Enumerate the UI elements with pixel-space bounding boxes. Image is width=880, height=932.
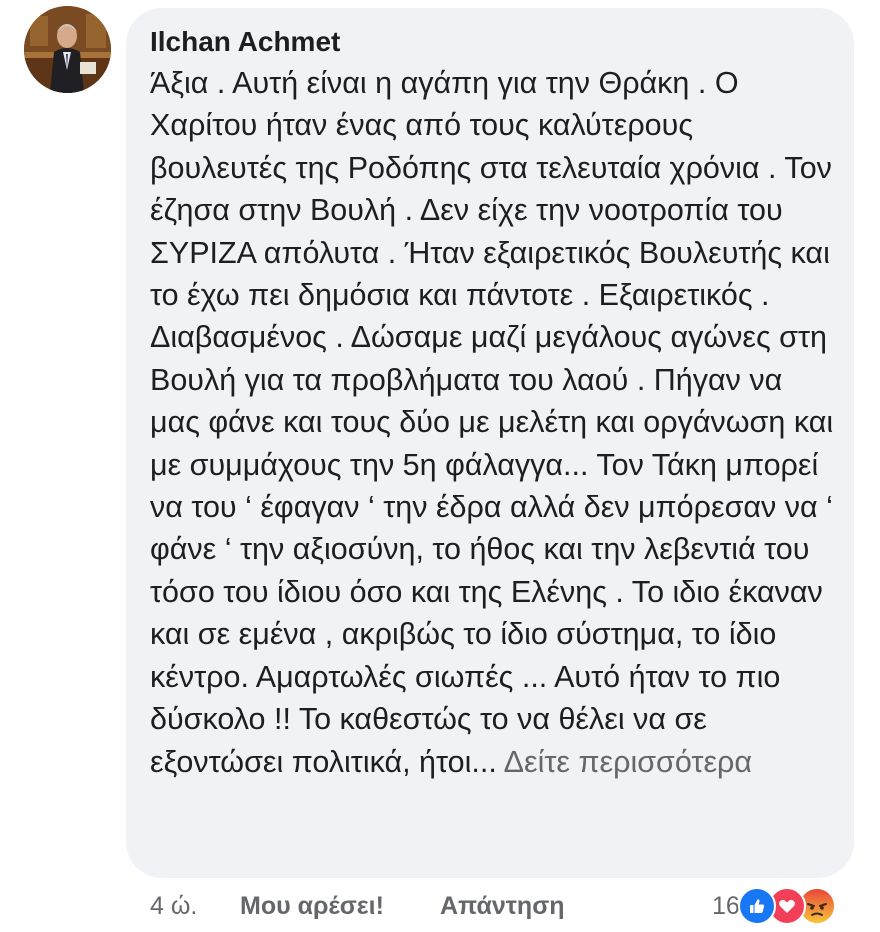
reply-button[interactable]: Απάντηση (440, 892, 565, 921)
comment-bubble: Ilchan Achmet Άξια . Αυτή είναι η αγάπη … (126, 8, 854, 878)
reaction-count: 16 (712, 891, 740, 920)
comment-actions: 4 ώ. Μου αρέσει! Απάντηση 16 (0, 886, 880, 930)
like-button[interactable]: Μου αρέσει! (240, 892, 384, 921)
comment-text: Άξια . Αυτή είναι η αγάπη για την Θράκη … (150, 66, 834, 779)
comment-timestamp[interactable]: 4 ώ. (150, 892, 197, 921)
reactions-summary[interactable]: 16 (712, 886, 836, 926)
comment: Ilchan Achmet Άξια . Αυτή είναι η αγάπη … (0, 0, 880, 932)
comment-body: Άξια . Αυτή είναι η αγάπη για την Θράκη … (150, 62, 834, 783)
see-more-link[interactable]: Δείτε περισσότερα (504, 745, 752, 779)
comment-author[interactable]: Ilchan Achmet (150, 24, 834, 60)
avatar[interactable] (24, 6, 111, 93)
like-icon (737, 887, 776, 925)
